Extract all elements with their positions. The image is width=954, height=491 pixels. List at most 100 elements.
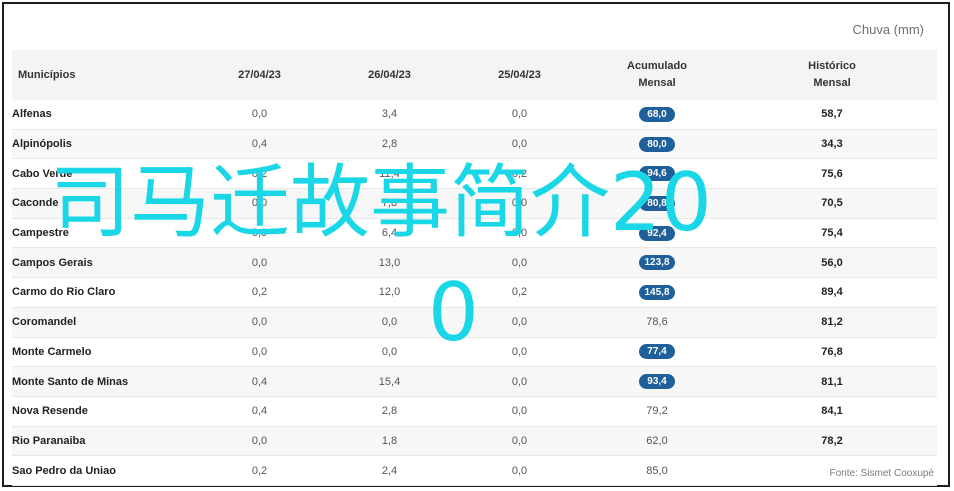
value-25-04-cell: 0,2 [452, 277, 587, 308]
historico-cell: 89,4 [727, 277, 937, 308]
acumulado-cell: 123,8 [587, 247, 727, 279]
value-26-04-cell: 12,0 [327, 277, 452, 308]
header-text: 27/04/23 [238, 68, 281, 81]
header-municipios: Municípios [12, 50, 192, 100]
value-27-04-cell: 0,0 [192, 307, 327, 338]
value-26-04-cell: 3,4 [327, 100, 452, 130]
acumulado-badge: 94,6 [639, 166, 675, 182]
value-25-04-cell: 0,0 [452, 307, 587, 338]
table-row: Monte Santo de Minas 0,4 15,4 0,0 93,4 81,1 [12, 366, 937, 397]
historico-cell: 75,4 [727, 218, 937, 249]
header-text: Acumulado [627, 60, 687, 72]
header-text: 25/04/23 [498, 68, 541, 81]
acumulado-cell: 92,4 [587, 218, 727, 249]
historico-cell: 34,3 [727, 129, 937, 160]
municipio-cell: Alfenas [12, 100, 192, 130]
value-27-04-cell: 0,2 [192, 158, 327, 190]
historico-cell: 56,0 [727, 247, 937, 279]
value-27-04-cell: 0,0 [192, 188, 327, 219]
municipio-cell: Carmo do Rio Claro [12, 277, 192, 308]
acumulado-cell: 79,2 [587, 396, 727, 427]
value-26-04-cell: 0,0 [327, 307, 452, 338]
value-27-04-cell: 0,0 [192, 100, 327, 130]
value-26-04-cell: 2,8 [327, 396, 452, 427]
acumulado-cell: 93,4 [587, 366, 727, 397]
rain-table: Municípios 27/04/23 26/04/23 25/04/23 Ac… [12, 50, 937, 486]
acumulado-badge: 80,8 [639, 195, 675, 211]
table-row: Coromandel 0,0 0,0 0,0 78,6 81,2 [12, 307, 937, 338]
value-25-04-cell: 0,0 [452, 396, 587, 427]
historico-cell: 78,2 [727, 426, 937, 457]
acumulado-cell: 68,0 [587, 100, 727, 130]
value-26-04-cell: 6,4 [327, 218, 452, 249]
municipio-cell: Alpinópolis [12, 129, 192, 160]
table-row: Campos Gerais 0,0 13,0 0,0 123,8 56,0 [12, 247, 937, 279]
historico-cell: 84,1 [727, 396, 937, 427]
acumulado-cell: 77,4 [587, 337, 727, 368]
header-25-04: 25/04/23 [452, 50, 587, 100]
value-25-04-cell: 0,2 [452, 158, 587, 190]
historico-cell: 70,5 [727, 188, 937, 219]
table-row: Rio Paranaiba 0,0 1,8 0,0 62,0 78,2 [12, 426, 937, 457]
acumulado-badge: 77,4 [639, 344, 675, 360]
municipio-cell: Rio Paranaiba [12, 426, 192, 457]
acumulado-badge: 123,8 [639, 255, 675, 271]
rain-group-label: Chuva (mm) [852, 22, 924, 37]
table-row: Campestre 0,0 6,4 0,0 92,4 75,4 [12, 218, 937, 249]
acumulado-badge: 92,4 [639, 225, 675, 241]
municipio-cell: Coromandel [12, 307, 192, 338]
historico-cell: 76,8 [727, 337, 937, 368]
acumulado-badge: 68,0 [639, 106, 675, 122]
value-27-04-cell: 0,4 [192, 396, 327, 427]
header-text: Mensal [813, 77, 851, 89]
acumulado-cell: 62,0 [587, 426, 727, 457]
value-25-04-cell: 0,0 [452, 426, 587, 457]
header-text: 26/04/23 [368, 68, 411, 81]
acumulado-cell: 80,0 [587, 129, 727, 160]
value-25-04-cell: 0,0 [452, 188, 587, 219]
table-row: Alfenas 0,0 3,4 0,0 68,0 58,7 [12, 100, 937, 130]
acumulado-badge: 80,0 [639, 136, 675, 152]
acumulado-badge: 93,4 [639, 374, 675, 390]
acumulado-badge: 145,8 [639, 284, 675, 300]
value-27-04-cell: 0,4 [192, 366, 327, 397]
historico-cell: 58,7 [727, 100, 937, 130]
table-row: Alpinópolis 0,4 2,8 0,0 80,0 34,3 [12, 129, 937, 160]
table-row: Nova Resende 0,4 2,8 0,0 79,2 84,1 [12, 396, 937, 427]
value-26-04-cell: 0,0 [327, 337, 452, 368]
value-27-04-cell: 0,2 [192, 277, 327, 308]
historico-cell: 75,6 [727, 158, 937, 190]
screenshot-frame: Chuva (mm) Municípios 27/04/23 26/04/23 … [2, 2, 950, 487]
header-27-04: 27/04/23 [192, 50, 327, 100]
value-26-04-cell: 7,8 [327, 188, 452, 219]
value-25-04-cell: 0,0 [452, 129, 587, 160]
table-header-row: Municípios 27/04/23 26/04/23 25/04/23 Ac… [12, 50, 937, 100]
value-25-04-cell: 0,0 [452, 247, 587, 279]
value-27-04-cell: 0,0 [192, 218, 327, 249]
table-body: Alfenas 0,0 3,4 0,0 68,0 58,7 Alpinópolis 0,4 2,… [12, 100, 937, 486]
header-historico: Histórico Mensal [727, 50, 937, 100]
table-row: Cabo Verde 0,2 11,4 0,2 94,6 75,6 [12, 158, 937, 190]
table-row: Monte Carmelo 0,0 0,0 0,0 77,4 76,8 [12, 337, 937, 368]
value-25-04-cell: 0,0 [452, 337, 587, 368]
header-acumulado: Acumulado Mensal [587, 50, 727, 100]
municipio-cell: Monte Carmelo [12, 337, 192, 368]
table-row: Caconde 0,0 7,8 0,0 80,8 70,5 [12, 188, 937, 219]
value-25-04-cell: 0,0 [452, 100, 587, 130]
acumulado-cell: 145,8 [587, 277, 727, 308]
header-26-04: 26/04/23 [327, 50, 452, 100]
table-row: Carmo do Rio Claro 0,2 12,0 0,2 145,8 89,4 [12, 277, 937, 308]
value-27-04-cell: 0,0 [192, 247, 327, 279]
municipio-cell: Cabo Verde [12, 158, 192, 190]
municipio-cell: Caconde [12, 188, 192, 219]
value-25-04-cell: 0,0 [452, 366, 587, 397]
header-text: Mensal [638, 77, 676, 89]
header-text: Histórico [808, 60, 856, 72]
municipio-cell: Nova Resende [12, 396, 192, 427]
source-note: Fonte: Sismet Cooxupé [829, 468, 935, 479]
historico-cell: 81,1 [727, 366, 937, 397]
value-26-04-cell: 13,0 [327, 247, 452, 279]
acumulado-cell: 94,6 [587, 158, 727, 190]
value-25-04-cell: 0,0 [452, 218, 587, 249]
value-27-04-cell: 0,0 [192, 337, 327, 368]
